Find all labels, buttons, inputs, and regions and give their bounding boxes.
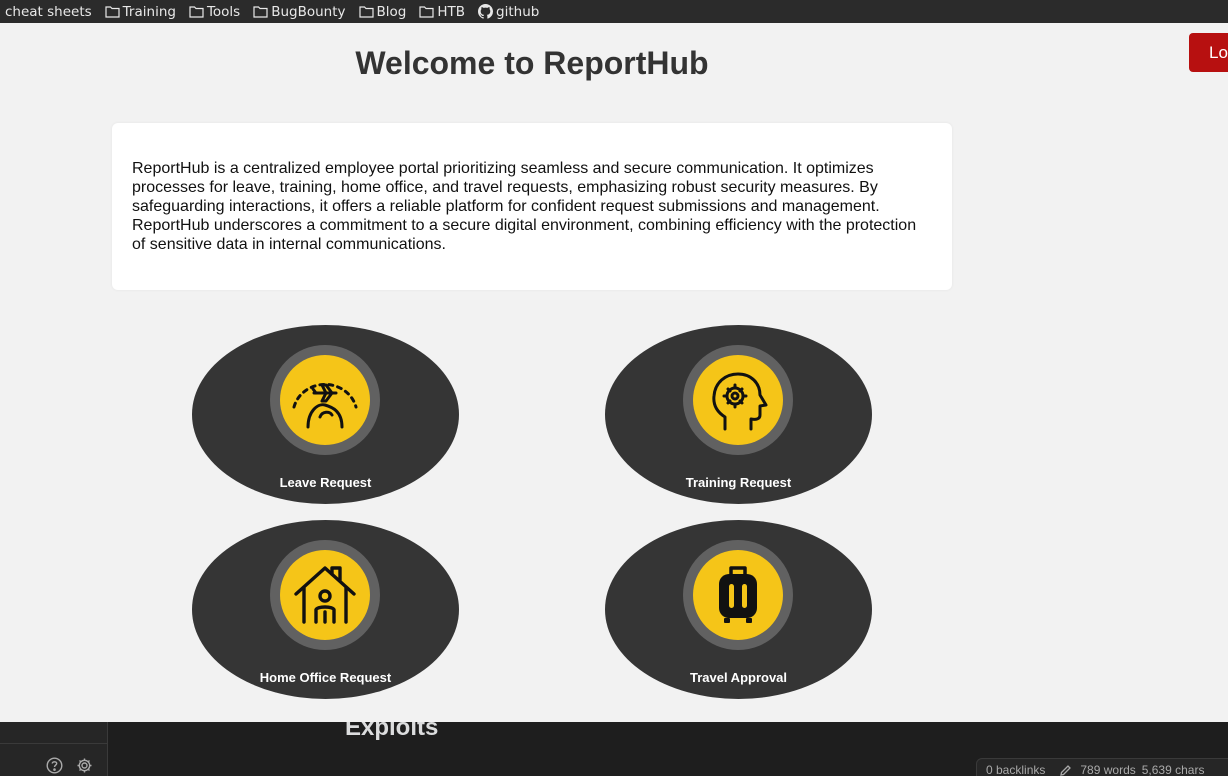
settings-icon[interactable] xyxy=(76,757,93,774)
bookmark-tools[interactable]: Tools xyxy=(189,4,240,20)
bookmark-blog[interactable]: Blog xyxy=(358,3,407,20)
card-label: Training Request xyxy=(685,475,792,490)
head-gear-icon xyxy=(712,372,768,431)
folder-icon xyxy=(358,6,374,18)
help-icon[interactable] xyxy=(46,757,63,774)
background-app: Exploits 0 backlinks 789 words 5,639 cha… xyxy=(0,722,1228,776)
leave-request-card[interactable]: Leave Request xyxy=(192,325,459,504)
intro-box: ReportHub is a centralized employee port… xyxy=(112,123,952,290)
folder-icon xyxy=(419,6,434,18)
bookmark-bugbounty[interactable]: BugBounty xyxy=(253,3,346,20)
icon-ring xyxy=(683,345,793,455)
bookmark-label: Blog xyxy=(376,3,407,20)
luggage-icon xyxy=(719,566,757,623)
icon-core xyxy=(280,550,370,640)
icon-ring xyxy=(270,345,380,455)
icon-ring xyxy=(683,540,793,650)
folder-icon xyxy=(105,6,120,18)
backlinks-count[interactable]: 0 backlinks xyxy=(986,763,1045,776)
word-count: 789 words xyxy=(1080,763,1136,776)
folder-icon xyxy=(253,6,268,18)
bookmark-htb[interactable]: HTB xyxy=(419,4,465,20)
page-title: Welcome to ReportHub xyxy=(355,45,709,81)
bookmark-github[interactable]: github xyxy=(478,4,539,20)
icon-core xyxy=(693,550,783,640)
training-request-card[interactable]: Training Request xyxy=(605,325,872,504)
icon-core xyxy=(693,355,783,445)
icon-ring xyxy=(270,540,380,650)
icon-core xyxy=(280,355,370,445)
reporthub-page: Welcome to ReportHub Lo ReportHub is a c… xyxy=(0,23,1228,722)
plane-globe-icon xyxy=(292,382,358,429)
bookmark-label: github xyxy=(496,3,540,20)
bookmark-label: Training xyxy=(122,3,176,20)
intro-text: ReportHub is a centralized employee port… xyxy=(132,160,917,253)
sidebar-divider xyxy=(0,743,107,744)
note-heading: Exploits xyxy=(345,722,439,741)
pencil-icon[interactable] xyxy=(1059,764,1072,776)
github-icon xyxy=(478,4,494,19)
bookmark-cheat-sheets[interactable]: cheat sheets xyxy=(5,4,92,20)
char-count: 5,639 chars xyxy=(1141,763,1205,776)
travel-approval-card[interactable]: Travel Approval xyxy=(605,520,872,699)
bookmark-label: HTB xyxy=(437,3,466,20)
folder-icon xyxy=(189,6,204,18)
card-label: Home Office Request xyxy=(259,670,392,685)
app-sidebar xyxy=(0,722,108,776)
home-office-request-card[interactable]: Home Office Request xyxy=(192,520,459,699)
bookmark-label: Tools xyxy=(206,3,241,20)
logout-button[interactable]: Lo xyxy=(1189,33,1228,72)
card-label: Travel Approval xyxy=(689,670,788,685)
bookmark-label: BugBounty xyxy=(271,3,346,20)
bookmarks-bar: cheat sheets Training Tools BugBounty Bl… xyxy=(0,0,1228,23)
card-label: Leave Request xyxy=(279,475,372,490)
bookmark-label: cheat sheets xyxy=(5,3,92,20)
status-bar: 0 backlinks 789 words 5,639 chars xyxy=(976,758,1228,776)
bookmark-training[interactable]: Training xyxy=(105,4,176,20)
house-person-icon xyxy=(294,566,356,624)
